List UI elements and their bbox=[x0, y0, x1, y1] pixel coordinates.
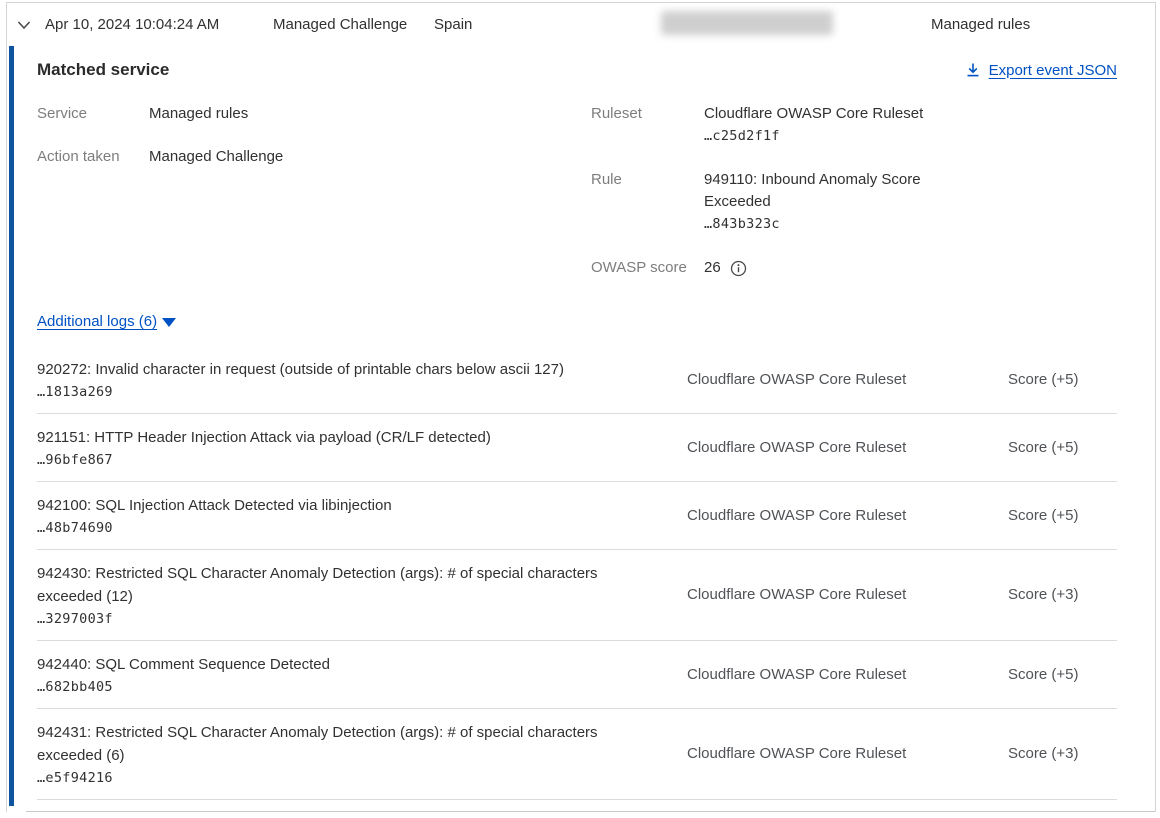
event-country: Spain bbox=[434, 16, 472, 33]
log-ruleset: Cloudflare OWASP Core Ruleset bbox=[687, 507, 1008, 524]
log-row: 942100: SQL Injection Attack Detected vi… bbox=[37, 482, 1117, 550]
additional-logs-list: 920272: Invalid character in request (ou… bbox=[37, 346, 1117, 800]
field-value: Managed Challenge bbox=[149, 146, 389, 168]
log-description: 942440: SQL Comment Sequence Detected bbox=[37, 653, 657, 676]
field-action-taken: Action taken Managed Challenge bbox=[37, 146, 591, 168]
log-score: Score (+5) bbox=[1008, 371, 1123, 388]
panel-title: Matched service bbox=[37, 60, 169, 80]
log-description: 921151: HTTP Header Injection Attack via… bbox=[37, 426, 657, 449]
field-label: Ruleset bbox=[591, 103, 704, 147]
log-row: 921151: HTTP Header Injection Attack via… bbox=[37, 414, 1117, 482]
field-value: Managed rules bbox=[149, 103, 389, 125]
chevron-down-icon[interactable] bbox=[15, 16, 33, 34]
field-value: 949110: Inbound Anomaly Score Exceeded …… bbox=[704, 169, 944, 235]
log-hash: …e5f94216 bbox=[37, 770, 657, 786]
rule-hash: …843b323c bbox=[704, 216, 780, 232]
field-service: Service Managed rules bbox=[37, 103, 591, 125]
export-event-json-link[interactable]: Export event JSON bbox=[965, 62, 1117, 79]
log-score: Score (+5) bbox=[1008, 666, 1123, 683]
expanded-event-card: Apr 10, 2024 10:04:24 AM Managed Challen… bbox=[6, 2, 1156, 812]
owasp-score-value: 26 bbox=[704, 257, 721, 279]
log-score: Score (+3) bbox=[1008, 745, 1123, 762]
log-hash: …3297003f bbox=[37, 611, 657, 627]
field-owasp-score: OWASP score 26 bbox=[591, 257, 944, 279]
field-ruleset: Ruleset Cloudflare OWASP Core Ruleset …c… bbox=[591, 103, 944, 147]
log-score: Score (+5) bbox=[1008, 439, 1123, 456]
event-row-header[interactable]: Apr 10, 2024 10:04:24 AM Managed Challen… bbox=[7, 3, 1155, 47]
log-description: 920272: Invalid character in request (ou… bbox=[37, 358, 657, 381]
export-event-json-label: Export event JSON bbox=[989, 62, 1117, 79]
log-hash: …1813a269 bbox=[37, 384, 657, 400]
service-fields: Service Managed rules Action taken Manag… bbox=[37, 103, 591, 301]
log-description: 942430: Restricted SQL Character Anomaly… bbox=[37, 562, 657, 608]
event-timestamp: Apr 10, 2024 10:04:24 AM bbox=[45, 16, 219, 33]
caret-down-icon bbox=[162, 318, 176, 327]
log-row: 942440: SQL Comment Sequence Detected …6… bbox=[37, 641, 1117, 709]
log-ruleset: Cloudflare OWASP Core Ruleset bbox=[687, 586, 1008, 603]
log-ruleset: Cloudflare OWASP Core Ruleset bbox=[687, 371, 1008, 388]
download-icon bbox=[965, 62, 981, 78]
selected-row-accent-bar bbox=[9, 46, 14, 806]
log-ruleset: Cloudflare OWASP Core Ruleset bbox=[687, 745, 1008, 762]
field-value: Cloudflare OWASP Core Ruleset …c25d2f1f bbox=[704, 103, 944, 147]
matched-service-panel: Matched service Export event JSON Servic… bbox=[7, 60, 1155, 800]
log-description: 942100: SQL Injection Attack Detected vi… bbox=[37, 494, 657, 517]
field-label: Service bbox=[37, 103, 149, 125]
log-score: Score (+3) bbox=[1008, 586, 1123, 603]
panel-bottom-divider bbox=[26, 811, 1155, 812]
info-icon[interactable] bbox=[730, 260, 747, 277]
log-row: 942430: Restricted SQL Character Anomaly… bbox=[37, 550, 1117, 641]
rule-fields: Ruleset Cloudflare OWASP Core Ruleset …c… bbox=[591, 103, 944, 301]
log-hash: …682bb405 bbox=[37, 679, 657, 695]
field-rule: Rule 949110: Inbound Anomaly Score Excee… bbox=[591, 169, 944, 235]
event-service: Managed rules bbox=[931, 16, 1030, 33]
log-description: 942431: Restricted SQL Character Anomaly… bbox=[37, 721, 657, 767]
event-action-taken: Managed Challenge bbox=[273, 16, 407, 33]
field-label: Action taken bbox=[37, 146, 149, 168]
log-hash: …96bfe867 bbox=[37, 452, 657, 468]
additional-logs-label: Additional logs (6) bbox=[37, 313, 157, 330]
ruleset-hash: …c25d2f1f bbox=[704, 128, 780, 144]
log-score: Score (+5) bbox=[1008, 507, 1123, 524]
log-hash: …48b74690 bbox=[37, 520, 657, 536]
log-ruleset: Cloudflare OWASP Core Ruleset bbox=[687, 439, 1008, 456]
ruleset-name: Cloudflare OWASP Core Ruleset bbox=[704, 105, 923, 122]
log-row: 920272: Invalid character in request (ou… bbox=[37, 346, 1117, 414]
additional-logs-toggle[interactable]: Additional logs (6) bbox=[37, 313, 176, 330]
log-ruleset: Cloudflare OWASP Core Ruleset bbox=[687, 666, 1008, 683]
field-label: Rule bbox=[591, 169, 704, 235]
log-row: 942431: Restricted SQL Character Anomaly… bbox=[37, 709, 1117, 800]
field-label: OWASP score bbox=[591, 257, 704, 279]
rule-name: 949110: Inbound Anomaly Score Exceeded bbox=[704, 171, 921, 210]
redacted-host-value bbox=[661, 11, 833, 35]
